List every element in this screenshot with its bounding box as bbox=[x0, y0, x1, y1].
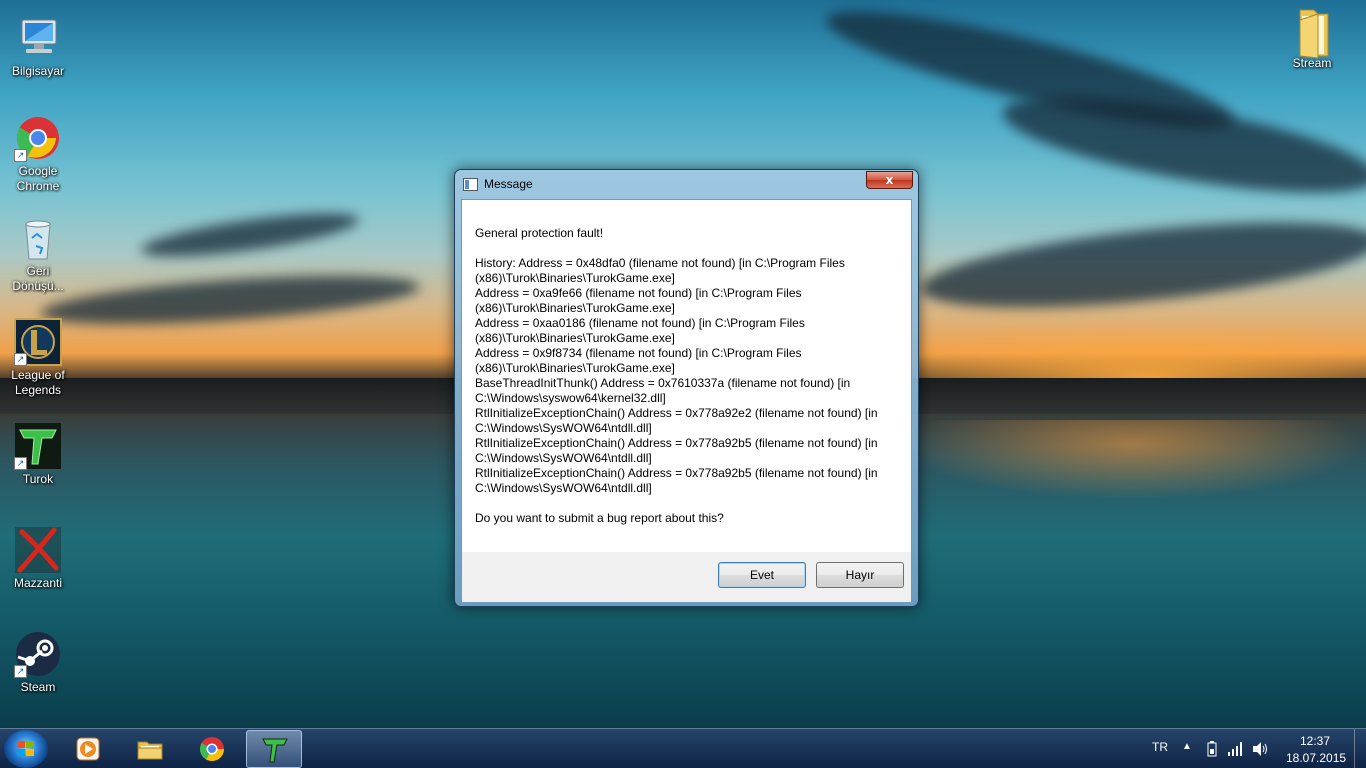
close-icon: x bbox=[885, 173, 894, 187]
message-line: C:\Windows\syswow64\kernel32.dll] bbox=[475, 391, 666, 405]
recycle-bin-icon bbox=[14, 214, 62, 262]
desktop-icon-turok[interactable]: ↗ Turok bbox=[0, 422, 76, 487]
league-of-legends-icon: ↗ bbox=[14, 318, 62, 366]
desktop-icon-label: Geri Dönüşü... bbox=[12, 264, 64, 293]
message-line: Address = 0xaa0186 (filename not found) … bbox=[475, 316, 805, 330]
message-line: (x86)\Turok\Binaries\TurokGame.exe] bbox=[475, 331, 675, 345]
dialog-titlebar[interactable]: Message x bbox=[455, 170, 918, 199]
desktop-icon-stream-folder[interactable]: Stream bbox=[1274, 6, 1350, 71]
start-button[interactable] bbox=[4, 730, 48, 768]
clock-date[interactable]: 18.07.2015 bbox=[1286, 751, 1346, 765]
desktop-icon-label: Bilgisayar bbox=[11, 64, 65, 78]
dialog-title: Message bbox=[484, 177, 533, 191]
message-line: BaseThreadInitThunk() Address = 0x761033… bbox=[475, 376, 851, 390]
dialog-button-bar: Evet Hayır bbox=[462, 552, 911, 602]
file-explorer-icon bbox=[137, 741, 163, 760]
window-icon bbox=[463, 178, 478, 191]
taskbar-turok[interactable] bbox=[246, 730, 302, 768]
chrome-icon: ↗ bbox=[14, 114, 62, 162]
message-line: RtlInitializeExceptionChain() Address = … bbox=[475, 466, 878, 480]
windows-logo-icon bbox=[17, 741, 35, 757]
turok-icon bbox=[262, 738, 288, 763]
message-text-area: General protection fault! History: Addre… bbox=[462, 200, 911, 552]
cloud bbox=[917, 206, 1366, 324]
cloud bbox=[39, 266, 421, 334]
language-indicator[interactable]: TR bbox=[1152, 740, 1168, 754]
show-hidden-icons-icon[interactable]: ▲ bbox=[1182, 741, 1192, 752]
desktop-icon-label: Turok bbox=[22, 472, 54, 486]
folder-icon bbox=[1288, 6, 1336, 59]
message-line: C:\Windows\SysWOW64\ntdll.dll] bbox=[475, 421, 652, 435]
network-signal-icon[interactable] bbox=[1228, 742, 1244, 756]
desktop-icon-label: Mazzanti bbox=[13, 576, 63, 590]
shortcut-arrow-icon: ↗ bbox=[14, 665, 27, 678]
message-line: (x86)\Turok\Binaries\TurokGame.exe] bbox=[475, 301, 675, 315]
message-line: History: Address = 0x48dfa0 (filename no… bbox=[475, 256, 845, 270]
steam-icon: ↗ bbox=[14, 630, 62, 678]
shortcut-arrow-icon: ↗ bbox=[14, 353, 27, 366]
desktop-icon-label: League of Legends bbox=[11, 368, 65, 397]
no-button[interactable]: Hayır bbox=[816, 562, 904, 588]
mazzanti-icon bbox=[14, 526, 62, 574]
turok-icon: ↗ bbox=[14, 422, 62, 470]
message-line: (x86)\Turok\Binaries\TurokGame.exe] bbox=[475, 361, 675, 375]
battery-icon[interactable] bbox=[1206, 741, 1218, 757]
desktop-icon-mazzanti[interactable]: Mazzanti bbox=[0, 526, 76, 591]
cloud bbox=[138, 204, 362, 266]
taskbar-file-explorer[interactable] bbox=[122, 730, 178, 768]
message-line: Address = 0xa9fe66 (filename not found) … bbox=[475, 286, 802, 300]
computer-icon bbox=[14, 14, 62, 62]
message-line: General protection fault! bbox=[475, 226, 604, 240]
taskbar-media-player[interactable] bbox=[60, 730, 116, 768]
message-line: RtlInitializeExceptionChain() Address = … bbox=[475, 436, 878, 450]
clock-time[interactable]: 12:37 bbox=[1300, 734, 1330, 748]
desktop-icon-label: Steam bbox=[20, 680, 56, 694]
desktop-icon-steam[interactable]: ↗ Steam bbox=[0, 630, 76, 695]
desktop-icon-recycle-bin[interactable]: Geri Dönüşü... bbox=[0, 214, 76, 294]
dialog-client-area: General protection fault! History: Addre… bbox=[461, 199, 912, 602]
show-desktop-button[interactable] bbox=[1354, 729, 1366, 768]
taskbar: TR ▲ 12:37 18.07.2015 bbox=[0, 728, 1366, 768]
message-question: Do you want to submit a bug report about… bbox=[475, 511, 724, 525]
desktop-icon-league-of-legends[interactable]: ↗ League of Legends bbox=[0, 318, 76, 398]
chrome-icon bbox=[199, 737, 224, 762]
desktop-icon-label: Google Chrome bbox=[16, 164, 60, 193]
media-player-icon bbox=[76, 737, 100, 761]
close-button[interactable]: x bbox=[866, 171, 913, 189]
message-line: RtlInitializeExceptionChain() Address = … bbox=[475, 406, 878, 420]
message-dialog: Message x General protection fault! Hist… bbox=[454, 169, 919, 607]
message-line: C:\Windows\SysWOW64\ntdll.dll] bbox=[475, 451, 652, 465]
shortcut-arrow-icon: ↗ bbox=[14, 149, 27, 162]
volume-icon[interactable] bbox=[1252, 741, 1268, 757]
message-line: (x86)\Turok\Binaries\TurokGame.exe] bbox=[475, 271, 675, 285]
desktop-icon-chrome[interactable]: ↗ Google Chrome bbox=[0, 114, 76, 194]
desktop-icon-computer[interactable]: Bilgisayar bbox=[0, 14, 76, 79]
message-line: Address = 0x9f8734 (filename not found) … bbox=[475, 346, 802, 360]
water-reflection bbox=[900, 420, 1366, 500]
message-line: C:\Windows\SysWOW64\ntdll.dll] bbox=[475, 481, 652, 495]
taskbar-chrome[interactable] bbox=[184, 730, 240, 768]
yes-button[interactable]: Evet bbox=[718, 562, 806, 588]
shortcut-arrow-icon: ↗ bbox=[14, 457, 27, 470]
